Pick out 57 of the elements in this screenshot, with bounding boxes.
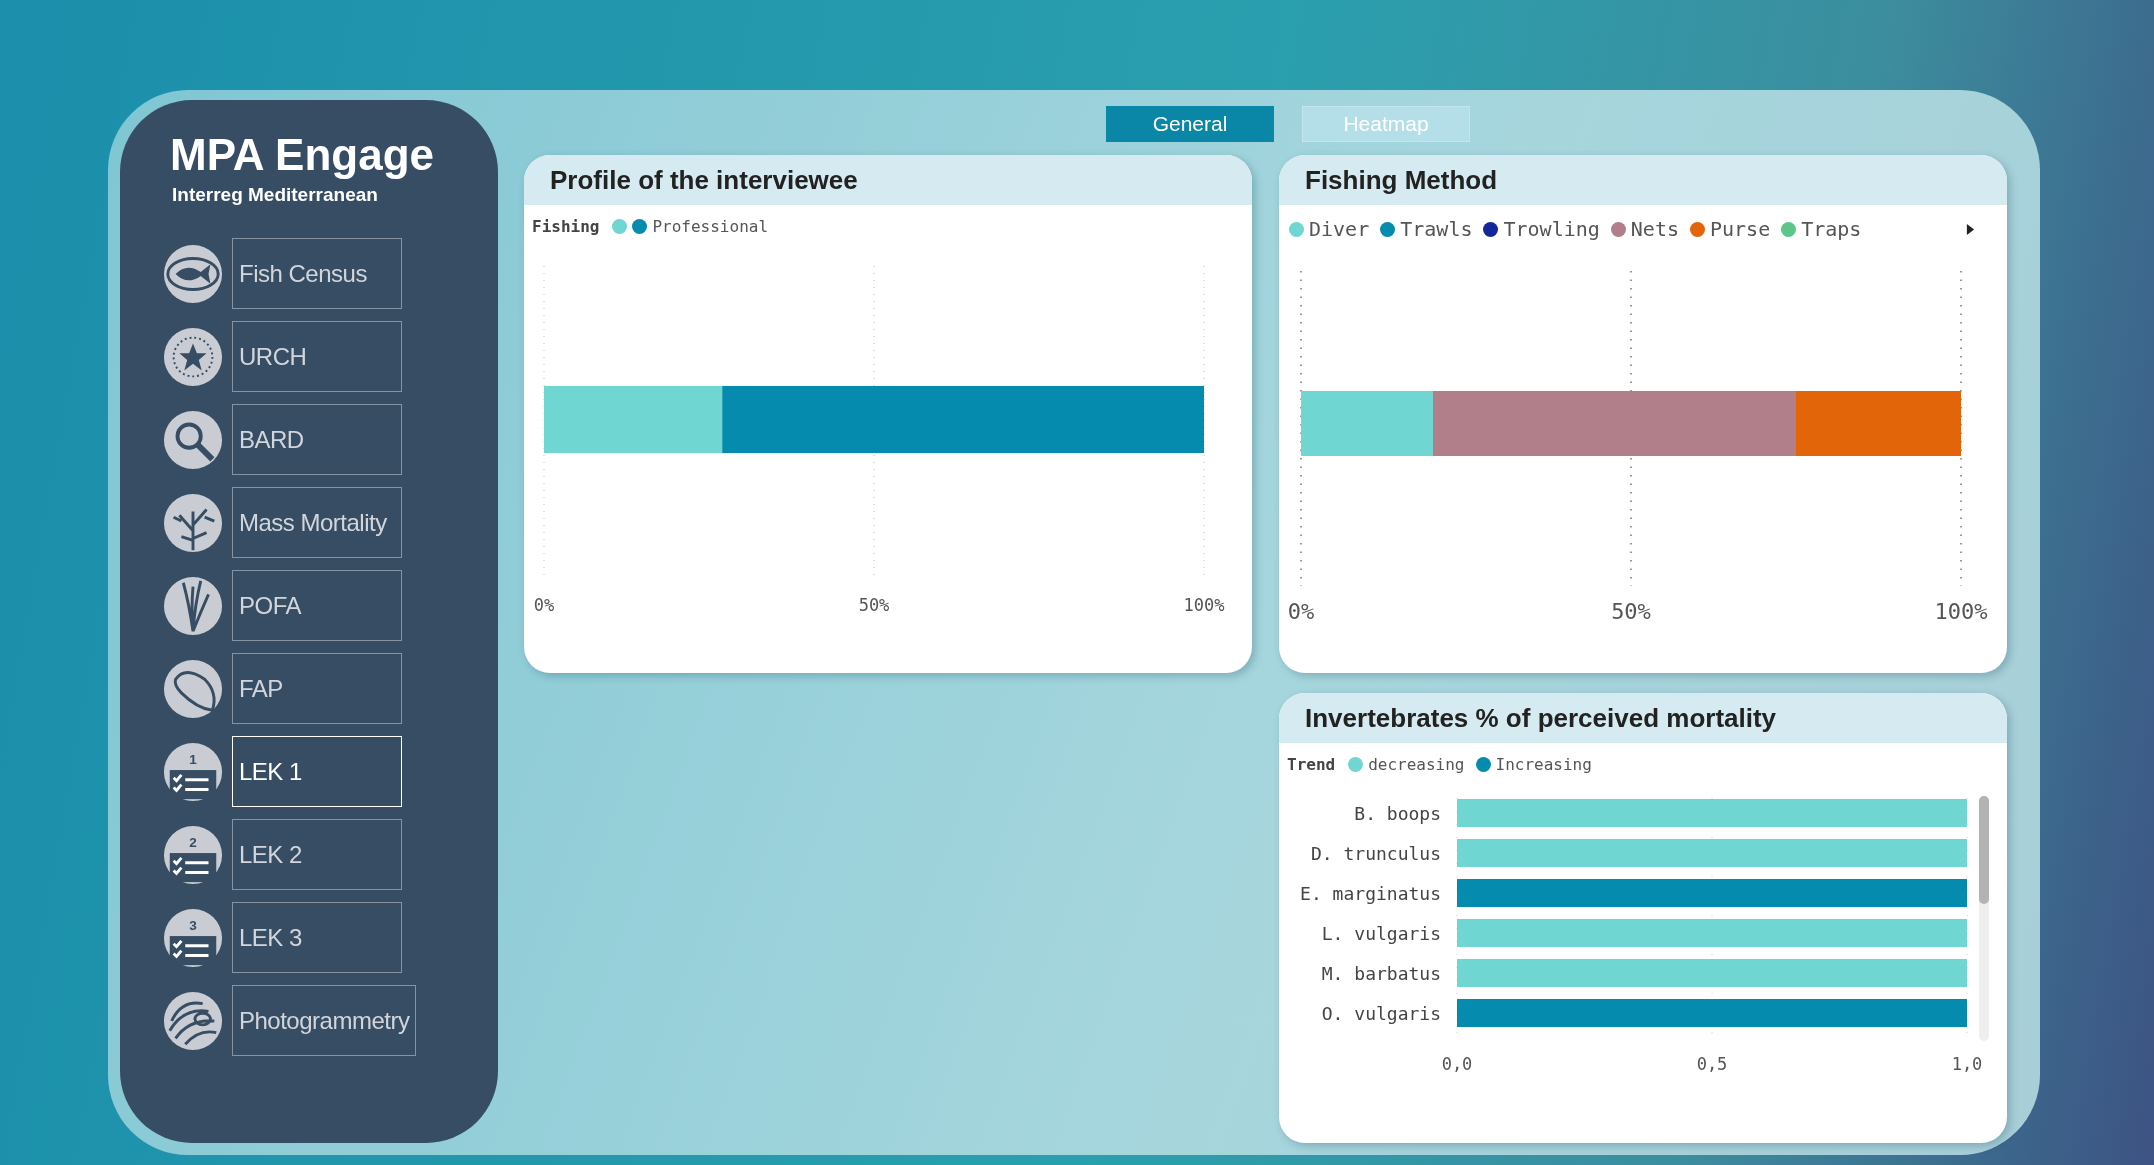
axis-tick-label: 0% [533,595,555,615]
axis-tick-label: 0% [1287,599,1315,624]
legend-label: Trawls [1400,217,1473,241]
legend-label: decreasing [1368,755,1465,774]
sea-urchin-icon[interactable] [162,325,224,388]
category-label: M. barbatus [1321,963,1441,984]
app-title: MPA Engage [170,130,436,180]
contour-icon[interactable] [162,989,224,1052]
icon-number: 1 [189,751,197,767]
axis-tick-label: 50% [858,595,890,615]
legend-label: Professional [652,217,769,236]
category-label: L. vulgaris [1321,923,1441,944]
axis-tick-label: 0,5 [1696,1054,1728,1074]
card-title: Profile of the interviewee [550,164,858,196]
coral-icon[interactable] [162,491,224,554]
category-label: O. vulgaris [1321,1003,1441,1024]
nav-button[interactable]: LEK 3 [232,902,402,973]
checklist-icon[interactable]: 1 [162,740,224,803]
axis-tick-label: 50% [1611,599,1651,624]
legend-title: Fishing [532,217,600,236]
nav-button[interactable]: URCH [232,321,402,392]
nav-button[interactable]: POFA [232,570,402,641]
icon-number: 3 [189,917,197,933]
legend-label: Increasing [1495,755,1592,774]
category-label: D. trunculus [1310,843,1441,864]
nav-button[interactable]: LEK 1 [232,736,402,807]
shell-icon[interactable] [162,657,224,720]
magnifier-icon[interactable] [162,408,224,471]
axis-tick-label: 100% [1934,599,1988,624]
nav-button[interactable]: LEK 2 [232,819,402,890]
axis-tick-label: 0,0 [1441,1054,1473,1074]
card-title: Invertebrates % of perceived mortality [1305,702,1777,734]
legend-label: Nets [1630,217,1679,241]
legend-label: Diver [1309,217,1370,241]
seagrass-icon[interactable] [162,574,224,637]
checklist-icon[interactable]: 2 [162,823,224,886]
icon-number: 2 [189,834,197,850]
nav-button[interactable]: FAP [232,653,402,724]
fish-icon[interactable] [162,242,224,305]
scrollbar[interactable] [1979,796,1989,1041]
app-subtitle: Interreg Mediterranean [172,184,379,206]
legend-label: Purse [1709,217,1771,241]
caret-icon[interactable] [1966,222,1975,236]
category-label: B. boops [1354,803,1441,824]
category-label: E. marginatus [1300,883,1441,904]
nav-button[interactable]: Fish Census [232,238,402,309]
tab[interactable]: General [1106,106,1274,142]
nav-button[interactable]: BARD [232,404,402,475]
card-title: Fishing Method [1305,164,1498,196]
checklist-icon[interactable]: 3 [162,906,224,969]
legend-label: Traps [1801,217,1862,241]
legend-label: Trowling [1503,217,1600,241]
axis-tick-label: 1,0 [1951,1054,1983,1074]
axis-tick-label: 100% [1183,595,1225,615]
legend-title: Trend [1287,755,1336,774]
nav-button[interactable]: Photogrammetry [232,985,417,1056]
nav-button[interactable]: Mass Mortality [232,487,402,558]
